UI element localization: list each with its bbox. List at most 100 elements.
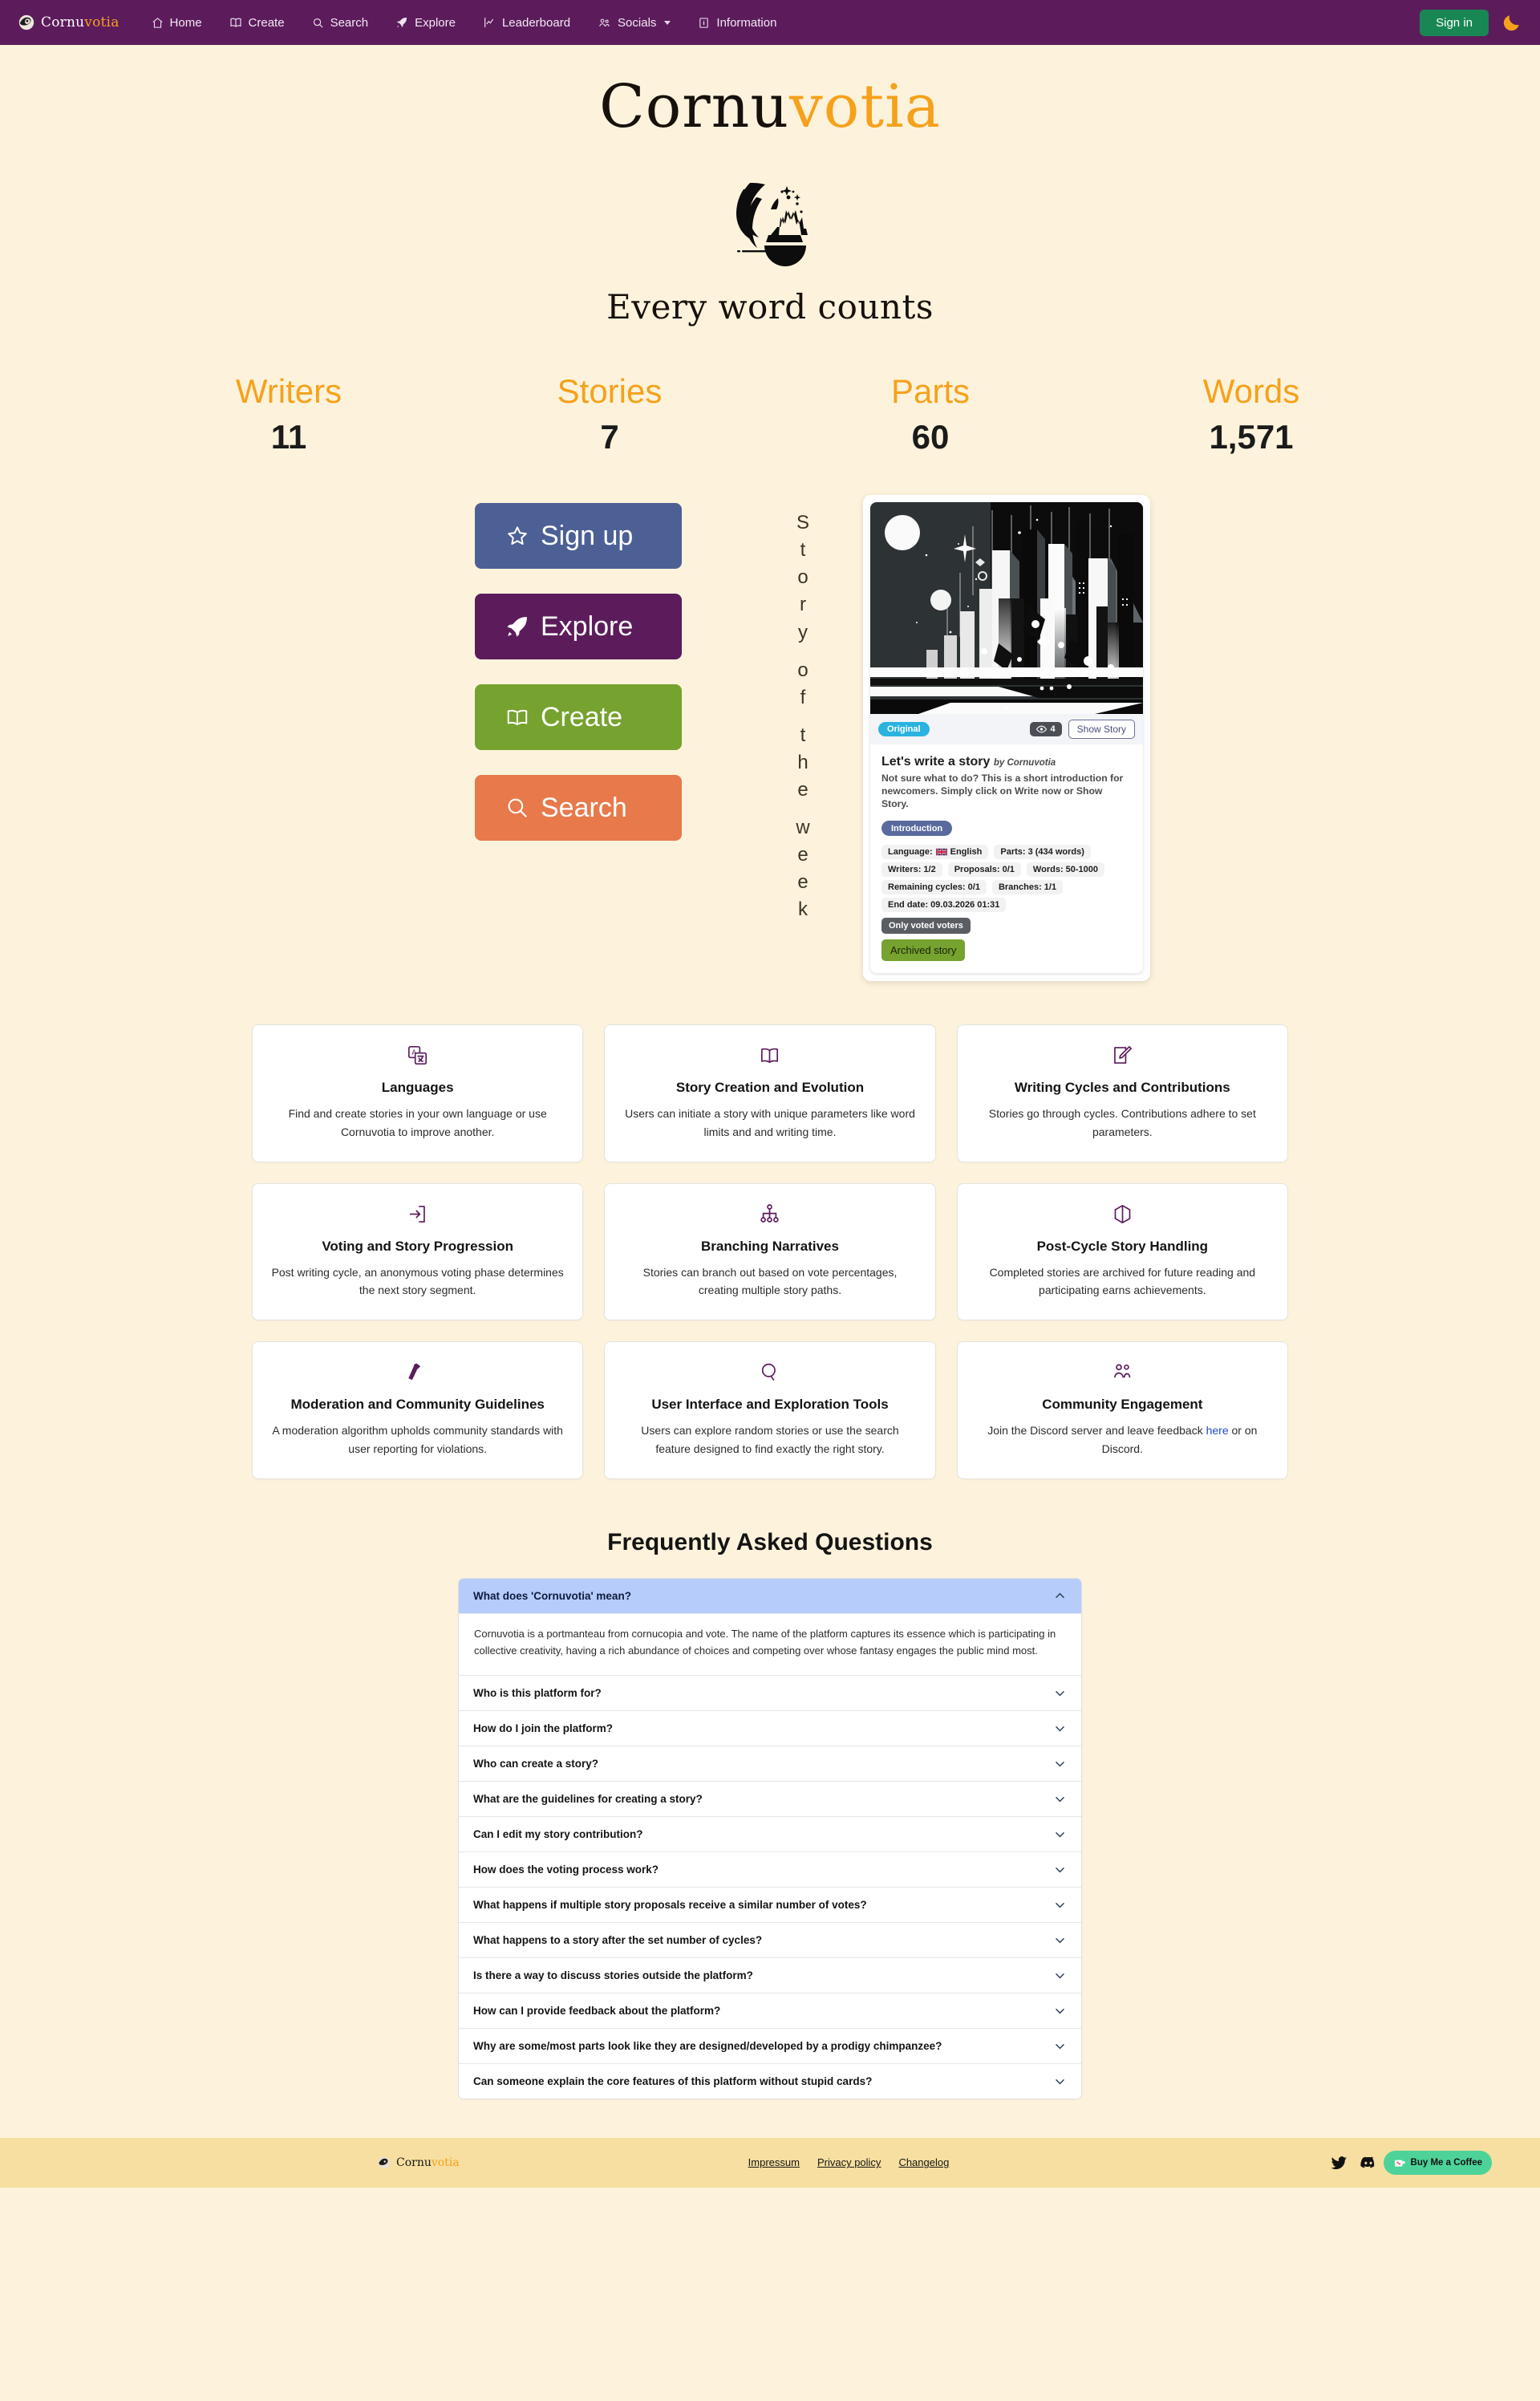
sotw-letter: t (800, 724, 806, 746)
faq-question-toggle[interactable]: What are the guidelines for creating a s… (459, 1781, 1081, 1816)
cta-button-column: Sign up Explore Create Search (390, 495, 767, 842)
stat-label: Stories (557, 372, 663, 410)
feature-description: Users can initiate a story with unique p… (625, 1107, 915, 1139)
sign-in-button[interactable]: Sign in (1420, 9, 1489, 36)
show-story-button[interactable]: Show Story (1068, 720, 1135, 740)
feature-title: Moderation and Community Guidelines (290, 1397, 545, 1413)
footer-spacer (0, 2099, 1540, 2138)
nav-item-leaderboard[interactable]: Leaderboard (483, 16, 570, 30)
brand-word-1: Cornu (41, 14, 85, 30)
meta-words: Words: 50-1000 (1026, 862, 1105, 878)
chevron-down-icon (664, 20, 671, 25)
story-title-row: Let's write a story by Cornuvotia (881, 755, 1132, 769)
explore-button[interactable]: Explore (475, 594, 682, 660)
footer-link-privacy-policy[interactable]: Privacy policy (817, 2156, 881, 2168)
nav-item-create[interactable]: Create (229, 16, 285, 30)
nav-item-search[interactable]: Search (312, 16, 368, 30)
meta-language: Language: English (881, 845, 989, 860)
feature-title: Community Engagement (1042, 1397, 1203, 1413)
search-button[interactable]: Search (475, 775, 682, 842)
twitter-icon[interactable] (1331, 2154, 1348, 2172)
nav-item-explore[interactable]: Explore (395, 16, 456, 30)
moon-icon[interactable] (1502, 12, 1522, 33)
translate-icon: A (407, 1042, 428, 1069)
voters-note-row: Only voted voters (881, 912, 1132, 935)
stat-label: Writers (235, 372, 342, 410)
nav-label-create: Create (248, 15, 285, 30)
nav-label-information: Information (716, 15, 777, 30)
story-card[interactable]: Original 4 Show Story Let's write a stor… (870, 502, 1143, 974)
faq-question-text: How does the voting process work? (473, 1863, 659, 1876)
faq-question-toggle[interactable]: What does 'Cornuvotia' mean? (459, 1578, 1081, 1613)
sotw-letter: S (796, 512, 809, 534)
create-button[interactable]: Create (475, 684, 682, 751)
feature-description: Find and create stories in your own lang… (288, 1107, 547, 1139)
stat-label: Words (1202, 372, 1300, 410)
sotw-letter: y (798, 621, 808, 643)
chevron-down-icon (1056, 1761, 1064, 1767)
nav-item-information[interactable]: Information (698, 16, 776, 30)
brand-word-2: votia (84, 14, 120, 30)
feature-title: User Interface and Exploration Tools (651, 1397, 889, 1413)
story-card-toolbar: Original 4 Show Story (870, 714, 1143, 745)
buy-me-a-coffee-label: Buy Me a Coffee (1410, 2157, 1482, 2168)
nav-label-socials: Socials (618, 15, 657, 30)
sign-up-label: Sign up (541, 520, 634, 551)
footer-link-changelog[interactable]: Changelog (898, 2156, 949, 2168)
sign-up-button[interactable]: Sign up (475, 503, 682, 570)
meta-parts: Parts: 3 (434 words) (994, 845, 1091, 860)
chevron-down-icon (1056, 1831, 1064, 1838)
discord-icon[interactable] (1360, 2154, 1377, 2172)
nav-item-home[interactable]: Home (152, 16, 202, 30)
faq-question-toggle[interactable]: How can I provide feedback about the pla… (459, 1993, 1081, 2028)
sotw-letter: k (798, 898, 808, 921)
search-label: Search (541, 792, 627, 823)
cta-and-story-row: Sign up Explore Create Search S t o r y … (0, 495, 1540, 982)
sotw-letter: e (797, 778, 808, 801)
discord-feedback-link[interactable]: here (1206, 1424, 1229, 1437)
brand-logo[interactable]: Cornuvotia (18, 14, 120, 31)
faq-question-toggle[interactable]: What happens if multiple story proposals… (459, 1887, 1081, 1922)
faq-item: Is there a way to discuss stories outsid… (459, 1957, 1081, 1993)
chevron-down-icon (1056, 1937, 1064, 1944)
faq-item: Who is this platform for? (459, 1674, 1081, 1710)
meta-writers: Writers: 1/2 (881, 862, 942, 878)
faq-question-toggle[interactable]: Who is this platform for? (459, 1675, 1081, 1710)
faq-question-toggle[interactable]: How does the voting process work? (459, 1851, 1081, 1887)
faq-question-toggle[interactable]: How do I join the platform? (459, 1710, 1081, 1746)
chevron-down-icon (1056, 1902, 1064, 1908)
footer-brand[interactable]: Cornuvotia (377, 2156, 460, 2170)
chevron-down-icon (1056, 1690, 1064, 1697)
footer-brand-word-1: Cornu (396, 2156, 432, 2169)
faq-item: What happens if multiple story proposals… (459, 1886, 1081, 1922)
users-icon (1112, 1359, 1133, 1385)
buy-me-a-coffee-button[interactable]: Buy Me a Coffee (1383, 2150, 1492, 2175)
archived-story-badge: Archived story (881, 939, 966, 962)
faq-question-toggle[interactable]: Why are some/most parts look like they a… (459, 2028, 1081, 2063)
stat-value: 7 (600, 418, 619, 456)
nav-right-actions: Sign in (1420, 9, 1522, 36)
sotw-letter: t (800, 539, 806, 562)
feature-card-languages: A Languages Find and create stories in y… (252, 1024, 584, 1162)
feature-card-branching: Branching Narratives Stories can branch … (604, 1182, 936, 1321)
eye-icon (1035, 725, 1047, 733)
faq-question-toggle[interactable]: What happens to a story after the set nu… (459, 1922, 1081, 1957)
faq-question-toggle[interactable]: Who can create a story? (459, 1746, 1081, 1781)
story-cover-image (870, 502, 1143, 715)
nav-item-socials[interactable]: Socials (598, 16, 671, 30)
chevron-down-icon (1056, 1726, 1064, 1732)
view-count-pill: 4 (1029, 722, 1062, 737)
star-icon (508, 526, 527, 545)
faq-question-toggle[interactable]: Can I edit my story contribution? (459, 1816, 1081, 1851)
feature-card-ui-exploration: User Interface and Exploration Tools Use… (604, 1341, 936, 1479)
faq-question-toggle[interactable]: Is there a way to discuss stories outsid… (459, 1957, 1081, 1993)
chevron-down-icon (1056, 1973, 1064, 1979)
meta-language-prefix: Language: (888, 847, 933, 858)
feature-title: Story Creation and Evolution (675, 1080, 865, 1096)
stat-parts: Parts 60 (770, 372, 1091, 456)
footer-link-impressum[interactable]: Impressum (748, 2156, 800, 2168)
faq-question-toggle[interactable]: Can someone explain the core features of… (459, 2063, 1081, 2099)
faq-question-text: Can someone explain the core features of… (473, 2075, 873, 2087)
feature-description: Post writing cycle, an anonymous voting … (271, 1265, 564, 1297)
voters-note-badge: Only voted voters (881, 918, 971, 935)
